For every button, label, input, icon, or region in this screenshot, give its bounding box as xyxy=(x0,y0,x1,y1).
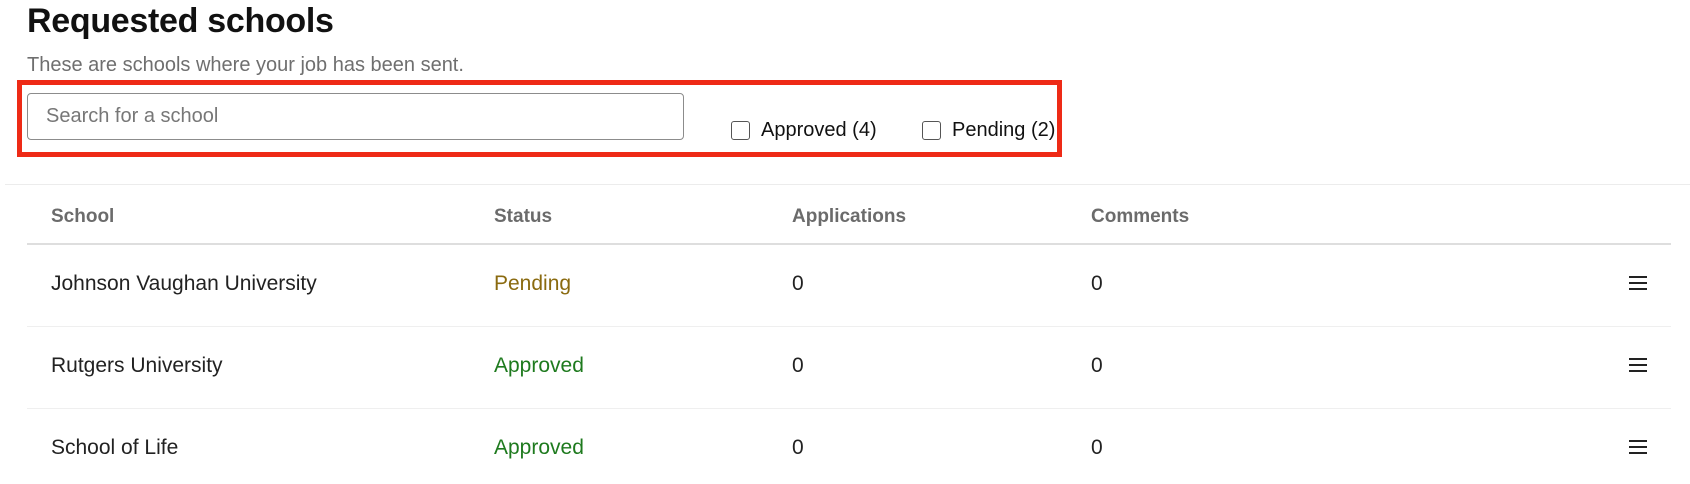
applications-count: 0 xyxy=(792,272,804,295)
comments-count: 0 xyxy=(1091,354,1103,377)
column-header-comments: Comments xyxy=(1091,206,1190,227)
requested-schools-page: Requested schools These are schools wher… xyxy=(0,0,1690,484)
column-header-school: School xyxy=(51,206,115,227)
status-badge: Pending xyxy=(494,272,572,295)
school-name: School of Life xyxy=(51,436,179,459)
table-row: Johnson Vaughan University Pending 0 0 xyxy=(27,245,1671,327)
status-badge: Approved xyxy=(494,436,584,459)
column-header-applications: Applications xyxy=(792,206,907,227)
pending-label: Pending (2) xyxy=(952,118,1056,141)
section-divider xyxy=(5,184,1690,185)
column-header-status: Status xyxy=(494,206,553,227)
page-title: Requested schools xyxy=(27,2,334,40)
applications-count: 0 xyxy=(792,436,804,459)
applications-count: 0 xyxy=(792,354,804,377)
menu-icon[interactable] xyxy=(1629,275,1647,291)
page-subtitle: These are schools where your job has bee… xyxy=(27,54,464,76)
table-row: Rutgers University Approved 0 0 xyxy=(27,327,1671,409)
approved-label: Approved (4) xyxy=(761,118,877,141)
approved-checkbox[interactable] xyxy=(731,120,750,140)
table-row: School of Life Approved 0 0 xyxy=(27,409,1671,484)
search-input[interactable] xyxy=(27,93,684,140)
comments-count: 0 xyxy=(1091,436,1103,459)
menu-icon[interactable] xyxy=(1629,357,1647,373)
filter-approved[interactable]: Approved (4) xyxy=(731,117,877,143)
filter-pending[interactable]: Pending (2) xyxy=(922,117,1055,143)
status-badge: Approved xyxy=(494,354,584,377)
pending-checkbox[interactable] xyxy=(922,120,941,140)
school-name: Johnson Vaughan University xyxy=(51,272,317,295)
comments-count: 0 xyxy=(1091,272,1103,295)
menu-icon[interactable] xyxy=(1629,439,1647,455)
school-name: Rutgers University xyxy=(51,354,223,377)
